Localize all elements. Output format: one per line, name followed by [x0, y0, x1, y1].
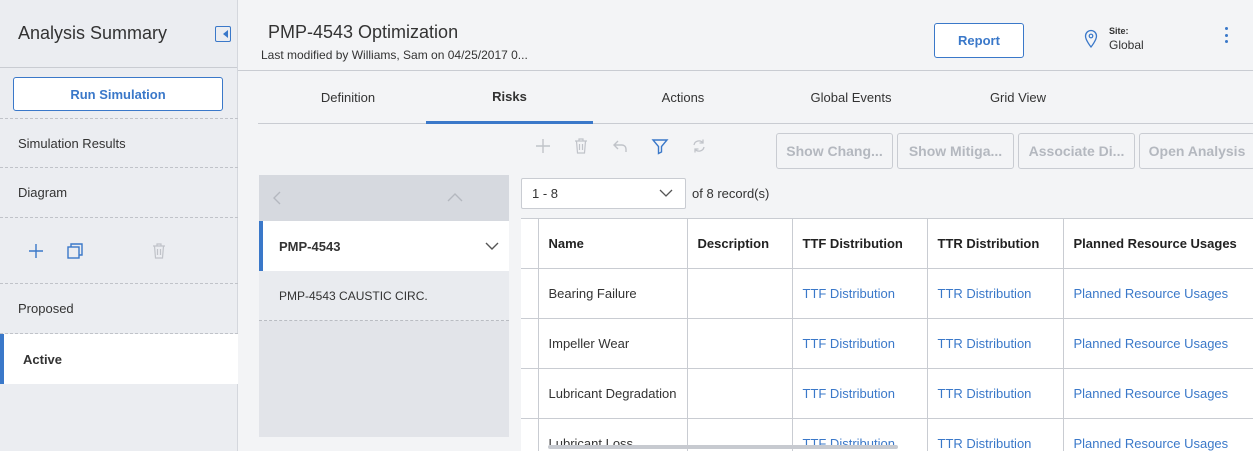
ttr-distribution-link[interactable]: TTR Distribution — [927, 418, 1064, 451]
sidebar-item-diagram[interactable]: Diagram — [0, 168, 238, 218]
location-pin-icon — [1084, 29, 1098, 49]
undo-icon — [613, 140, 627, 152]
delete-icon — [575, 138, 587, 154]
column-header-name[interactable]: Name — [538, 219, 688, 269]
chevron-down-icon[interactable] — [485, 241, 499, 251]
column-header-ttf-distribution[interactable]: TTF Distribution — [792, 219, 928, 269]
chevron-left-icon — [273, 191, 281, 205]
planned-resource-usages-link[interactable]: Planned Resource Usages — [1063, 318, 1253, 369]
risks-grid: Name Description TTF Distribution TTR Di… — [521, 218, 1253, 451]
ttr-distribution-link[interactable]: TTR Distribution — [927, 318, 1064, 369]
cell-name: Impeller Wear — [538, 318, 688, 369]
row-selector[interactable] — [521, 318, 539, 369]
row-selector-header — [521, 219, 539, 269]
ttr-distribution-link[interactable]: TTR Distribution — [927, 368, 1064, 419]
table-row[interactable]: Bearing Failure TTF Distribution TTR Dis… — [521, 268, 1253, 319]
more-options-icon[interactable] — [1223, 27, 1229, 43]
table-row[interactable]: Lubricant Degradation TTF Distribution T… — [521, 368, 1253, 419]
analysis-summary-panel: Analysis Summary Run Simulation Simulati… — [0, 0, 238, 451]
row-selector[interactable] — [521, 368, 539, 419]
tab-definition[interactable]: Definition — [278, 71, 418, 123]
tab-bar: Definition Risks Actions Global Events G… — [258, 71, 1253, 124]
sidebar-item-active[interactable]: Active — [0, 334, 238, 384]
tree-node-child[interactable]: PMP-4543 CAUSTIC CIRC. — [259, 271, 509, 321]
cell-name: Lubricant Degradation — [538, 368, 688, 419]
chevron-down-icon — [659, 189, 673, 197]
tree-node-label: PMP-4543 — [279, 238, 341, 254]
open-analysis-button: Open Analysis — [1139, 133, 1253, 169]
scenario-toolbar — [0, 218, 238, 284]
cell-name: Bearing Failure — [538, 268, 688, 319]
cell-description — [687, 268, 793, 319]
tab-global-events[interactable]: Global Events — [776, 71, 926, 123]
cell-description — [687, 368, 793, 419]
table-header-row: Name Description TTF Distribution TTR Di… — [521, 219, 1253, 269]
copy-icon[interactable] — [66, 242, 84, 260]
show-changes-button: Show Chang... — [776, 133, 893, 169]
row-selector[interactable] — [521, 268, 539, 319]
page-range-select[interactable]: 1 - 8 — [521, 178, 686, 209]
asset-tree: PMP-4543 PMP-4543 CAUSTIC CIRC. — [259, 175, 509, 437]
column-header-planned-resource-usages[interactable]: Planned Resource Usages — [1063, 219, 1253, 269]
chevron-up-icon — [447, 193, 463, 202]
record-count: of 8 record(s) — [692, 186, 770, 201]
tree-node-selected[interactable]: PMP-4543 — [259, 221, 509, 271]
tab-actions[interactable]: Actions — [613, 71, 753, 123]
delete-icon — [153, 243, 165, 259]
planned-resource-usages-link[interactable]: Planned Resource Usages — [1063, 268, 1253, 319]
ttf-distribution-link[interactable]: TTF Distribution — [792, 368, 928, 419]
page-range-value: 1 - 8 — [532, 186, 559, 201]
ttf-distribution-link[interactable]: TTF Distribution — [792, 268, 928, 319]
show-mitigated-button: Show Mitiga... — [897, 133, 1014, 169]
horizontal-scrollbar[interactable] — [548, 445, 898, 449]
sidebar-item-simulation-results[interactable]: Simulation Results — [0, 118, 238, 168]
refresh-icon — [693, 139, 705, 153]
site-value: Global — [1109, 38, 1144, 52]
cell-description — [687, 318, 793, 369]
tab-risks[interactable]: Risks — [426, 71, 593, 124]
add-icon — [536, 139, 550, 153]
sidebar-item-proposed[interactable]: Proposed — [0, 284, 238, 334]
run-simulation-button[interactable]: Run Simulation — [13, 77, 223, 111]
page-title: PMP-4543 Optimization — [268, 22, 459, 42]
report-button[interactable]: Report — [934, 23, 1024, 58]
ttr-distribution-link[interactable]: TTR Distribution — [927, 268, 1064, 319]
site-label: Site: — [1109, 26, 1129, 36]
add-icon[interactable] — [27, 242, 45, 260]
analysis-summary-title: Analysis Summary — [18, 23, 168, 43]
page-header: PMP-4543 Optimization Last modified by W… — [238, 0, 1253, 71]
filter-icon[interactable] — [651, 137, 669, 155]
planned-resource-usages-link[interactable]: Planned Resource Usages — [1063, 368, 1253, 419]
table-row[interactable]: Impeller Wear TTF Distribution TTR Distr… — [521, 318, 1253, 369]
ttf-distribution-link[interactable]: TTF Distribution — [792, 318, 928, 369]
planned-resource-usages-link[interactable]: Planned Resource Usages — [1063, 418, 1253, 451]
last-modified-text: Last modified by Williams, Sam on 04/25/… — [261, 48, 528, 62]
column-header-description[interactable]: Description — [687, 219, 793, 269]
tab-grid-view[interactable]: Grid View — [948, 71, 1088, 123]
column-header-ttr-distribution[interactable]: TTR Distribution — [927, 219, 1064, 269]
tree-nav-bar — [259, 175, 509, 221]
row-selector[interactable] — [521, 418, 539, 451]
analysis-summary-header: Analysis Summary — [0, 0, 237, 68]
associate-diagram-button: Associate Di... — [1018, 133, 1135, 169]
collapse-panel-icon[interactable] — [215, 26, 231, 42]
